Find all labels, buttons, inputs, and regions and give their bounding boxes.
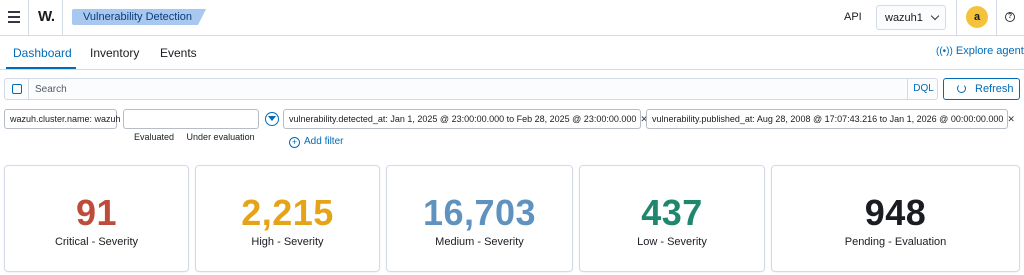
explore-agent-label: Explore agent bbox=[955, 45, 1024, 57]
metric-value: 2,215 bbox=[241, 192, 334, 233]
query-language-toggle[interactable]: DQL bbox=[907, 79, 939, 99]
header-divider bbox=[62, 0, 63, 36]
app-logo[interactable]: W. bbox=[38, 8, 55, 25]
filter-label: wazuh.cluster.name: wazuh bbox=[10, 114, 121, 124]
metric-card-high[interactable]: 2,215 High - Severity bbox=[195, 165, 380, 272]
search-bar: DQL bbox=[4, 78, 938, 100]
metric-label: Low - Severity bbox=[637, 236, 707, 248]
api-environment-select[interactable]: wazuh1 bbox=[876, 5, 946, 30]
save-icon bbox=[12, 84, 22, 94]
search-input[interactable] bbox=[35, 81, 895, 97]
breadcrumb[interactable]: Vulnerability Detection bbox=[72, 9, 207, 25]
metric-card-low[interactable]: 437 Low - Severity bbox=[579, 165, 765, 272]
filter-label: vulnerability.published_at: Aug 28, 2008… bbox=[652, 114, 1004, 124]
filter-menu-icon[interactable] bbox=[265, 112, 279, 126]
filter-pill-evaluation[interactable]: Evaluated Under evaluation bbox=[123, 109, 259, 142]
metric-label: Medium - Severity bbox=[435, 236, 524, 248]
api-label[interactable]: API bbox=[844, 11, 862, 23]
refresh-icon bbox=[957, 84, 966, 93]
metric-label: Pending - Evaluation bbox=[844, 236, 947, 248]
tab-dashboard[interactable]: Dashboard bbox=[13, 46, 72, 60]
refresh-label: Refresh bbox=[975, 83, 1014, 95]
metric-card-critical[interactable]: 91 Critical - Severity bbox=[4, 165, 189, 272]
refresh-button[interactable]: Refresh bbox=[943, 78, 1020, 100]
metric-value: 91 bbox=[75, 192, 118, 233]
header-divider bbox=[996, 0, 997, 36]
tab-inventory[interactable]: Inventory bbox=[90, 46, 139, 60]
metric-card-medium[interactable]: 16,703 Medium - Severity bbox=[386, 165, 573, 272]
question-icon[interactable]: ? bbox=[1005, 12, 1015, 22]
metric-label: High - Severity bbox=[251, 236, 324, 248]
menu-icon[interactable] bbox=[8, 11, 20, 23]
agent-signal-icon: ((•)) bbox=[936, 46, 953, 57]
filter-pill-detected-at[interactable]: vulnerability.detected_at: Jan 1, 2025 @… bbox=[283, 109, 648, 129]
metric-card-pending[interactable]: 948 Pending - Evaluation bbox=[771, 165, 1020, 272]
header-divider bbox=[28, 0, 29, 36]
metric-value: 16,703 bbox=[422, 192, 537, 233]
metric-label: Critical - Severity bbox=[54, 236, 139, 248]
active-tab-indicator bbox=[6, 67, 76, 69]
filter-label: Evaluated Under evaluation bbox=[134, 132, 255, 142]
api-environment-value: wazuh1 bbox=[885, 12, 923, 24]
saved-query-button[interactable] bbox=[5, 79, 29, 99]
tab-bar: Dashboard Inventory Events ((•)) Explore… bbox=[0, 36, 1024, 70]
avatar[interactable]: a bbox=[966, 6, 988, 28]
header-divider bbox=[956, 0, 957, 36]
tab-events[interactable]: Events bbox=[160, 46, 197, 60]
chevron-down-icon bbox=[930, 11, 940, 21]
add-filter-button[interactable]: + Add filter bbox=[289, 136, 343, 148]
filter-label: vulnerability.detected_at: Jan 1, 2025 @… bbox=[289, 114, 637, 124]
plus-icon: + bbox=[289, 137, 300, 148]
filter-pill-published-at[interactable]: vulnerability.published_at: Aug 28, 2008… bbox=[646, 109, 1015, 129]
filter-pill-cluster[interactable]: wazuh.cluster.name: wazuh bbox=[4, 109, 121, 129]
top-header: W. Vulnerability Detection API wazuh1 a … bbox=[0, 0, 1024, 36]
metric-value: 948 bbox=[864, 192, 927, 233]
explore-agent-button[interactable]: ((•)) Explore agent bbox=[936, 45, 1024, 57]
metric-value: 437 bbox=[641, 192, 703, 233]
add-filter-label: Add filter bbox=[304, 136, 344, 147]
close-icon[interactable]: ✕ bbox=[1007, 114, 1015, 124]
